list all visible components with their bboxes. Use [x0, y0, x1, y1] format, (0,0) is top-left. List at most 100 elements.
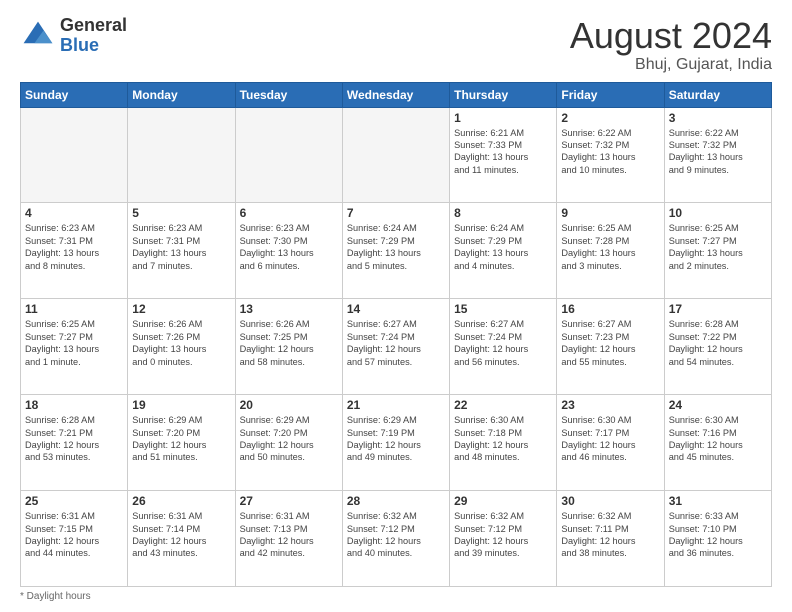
calendar-cell-w3-d4: 22Sunrise: 6:30 AM Sunset: 7:18 PM Dayli…: [450, 395, 557, 491]
calendar-header-tuesday: Tuesday: [235, 82, 342, 107]
day-info: Sunrise: 6:26 AM Sunset: 7:26 PM Dayligh…: [132, 318, 230, 368]
calendar-cell-w4-d3: 28 Sunrise: 6:32 AM Sunset: 7:12 PM Dayli…: [342, 491, 449, 587]
day-number: 31: [669, 494, 767, 508]
day-info: Sunrise: 6:22 AM Sunset: 7:32 PM Dayligh…: [669, 127, 767, 177]
calendar-cell-w3-d3: 21 Sunrise: 6:29 AM Sunset: 7:19 PM Dayli…: [342, 395, 449, 491]
calendar-cell-w1-d1: 5 Sunrise: 6:23 AM Sunset: 7:31 PM Daylig…: [128, 203, 235, 299]
calendar-cell-w2-d6: 17 Sunrise: 6:28 AM Sunset: 7:22 PM Dayli…: [664, 299, 771, 395]
calendar-cell-w2-d4: 15Sunrise: 6:27 AM Sunset: 7:24 PM Dayli…: [450, 299, 557, 395]
day-number: 27: [240, 494, 338, 508]
logo-general: General: [60, 16, 127, 36]
calendar-cell-w0-d1: [128, 107, 235, 203]
day-info: Sunrise: 6:21 AM Sunset: 7:33 PM Dayligh…: [454, 127, 552, 177]
logo-icon: [20, 18, 56, 54]
calendar-cell-w0-d4: 1 Sunrise: 6:21 AM Sunset: 7:33 PM Daylig…: [450, 107, 557, 203]
logo: General Blue: [20, 16, 127, 56]
day-info: Sunrise: 6:23 AM Sunset: 7:30 PM Dayligh…: [240, 222, 338, 272]
calendar-header-monday: Monday: [128, 82, 235, 107]
day-info: Sunrise: 6:31 AM Sunset: 7:14 PM Dayligh…: [132, 510, 230, 560]
day-number: 20: [240, 398, 338, 412]
day-info: Sunrise: 6:23 AM Sunset: 7:31 PM Dayligh…: [25, 222, 123, 272]
calendar-table: SundayMondayTuesdayWednesdayThursdayFrid…: [20, 82, 772, 587]
calendar-cell-w2-d5: 16Sunrise: 6:27 AM Sunset: 7:23 PM Dayli…: [557, 299, 664, 395]
day-info: Sunrise: 6:32 AM Sunset: 7:11 PM Dayligh…: [561, 510, 659, 560]
calendar-header-thursday: Thursday: [450, 82, 557, 107]
day-number: 1: [454, 111, 552, 125]
day-info: Sunrise: 6:32 AM Sunset: 7:12 PM Dayligh…: [347, 510, 445, 560]
day-number: 6: [240, 206, 338, 220]
location-title: Bhuj, Gujarat, India: [570, 56, 772, 74]
calendar-week-3: 18 Sunrise: 6:28 AM Sunset: 7:21 PM Dayli…: [21, 395, 772, 491]
calendar-cell-w4-d0: 25Sunrise: 6:31 AM Sunset: 7:15 PM Dayli…: [21, 491, 128, 587]
day-info: Sunrise: 6:27 AM Sunset: 7:24 PM Dayligh…: [454, 318, 552, 368]
day-info: Sunrise: 6:25 AM Sunset: 7:27 PM Dayligh…: [25, 318, 123, 368]
day-info: Sunrise: 6:29 AM Sunset: 7:20 PM Dayligh…: [132, 414, 230, 464]
calendar-week-4: 25Sunrise: 6:31 AM Sunset: 7:15 PM Dayli…: [21, 491, 772, 587]
day-info: Sunrise: 6:26 AM Sunset: 7:25 PM Dayligh…: [240, 318, 338, 368]
day-number: 26: [132, 494, 230, 508]
day-number: 21: [347, 398, 445, 412]
calendar-cell-w4-d4: 29 Sunrise: 6:32 AM Sunset: 7:12 PM Dayli…: [450, 491, 557, 587]
day-number: 3: [669, 111, 767, 125]
calendar-cell-w4-d6: 31 Sunrise: 6:33 AM Sunset: 7:10 PM Dayli…: [664, 491, 771, 587]
day-number: 11: [25, 302, 123, 316]
day-info: Sunrise: 6:30 AM Sunset: 7:16 PM Dayligh…: [669, 414, 767, 464]
calendar-cell-w4-d2: 27 Sunrise: 6:31 AM Sunset: 7:13 PM Dayli…: [235, 491, 342, 587]
calendar-cell-w3-d2: 20 Sunrise: 6:29 AM Sunset: 7:20 PM Dayli…: [235, 395, 342, 491]
calendar-cell-w1-d5: 9Sunrise: 6:25 AM Sunset: 7:28 PM Daylig…: [557, 203, 664, 299]
day-number: 29: [454, 494, 552, 508]
calendar-header-wednesday: Wednesday: [342, 82, 449, 107]
day-info: Sunrise: 6:32 AM Sunset: 7:12 PM Dayligh…: [454, 510, 552, 560]
day-info: Sunrise: 6:22 AM Sunset: 7:32 PM Dayligh…: [561, 127, 659, 177]
day-info: Sunrise: 6:28 AM Sunset: 7:21 PM Dayligh…: [25, 414, 123, 464]
calendar-cell-w0-d6: 3 Sunrise: 6:22 AM Sunset: 7:32 PM Daylig…: [664, 107, 771, 203]
calendar-cell-w3-d0: 18 Sunrise: 6:28 AM Sunset: 7:21 PM Dayli…: [21, 395, 128, 491]
calendar-cell-w2-d0: 11 Sunrise: 6:25 AM Sunset: 7:27 PM Dayli…: [21, 299, 128, 395]
calendar-cell-w1-d6: 10Sunrise: 6:25 AM Sunset: 7:27 PM Dayli…: [664, 203, 771, 299]
day-number: 24: [669, 398, 767, 412]
page: General Blue August 2024 Bhuj, Gujarat, …: [0, 0, 792, 612]
day-number: 30: [561, 494, 659, 508]
header: General Blue August 2024 Bhuj, Gujarat, …: [20, 16, 772, 74]
day-number: 5: [132, 206, 230, 220]
day-number: 28: [347, 494, 445, 508]
logo-text: General Blue: [60, 16, 127, 56]
calendar-header-row: SundayMondayTuesdayWednesdayThursdayFrid…: [21, 82, 772, 107]
calendar-cell-w3-d1: 19Sunrise: 6:29 AM Sunset: 7:20 PM Dayli…: [128, 395, 235, 491]
day-number: 13: [240, 302, 338, 316]
day-number: 23: [561, 398, 659, 412]
day-number: 12: [132, 302, 230, 316]
calendar-week-2: 11 Sunrise: 6:25 AM Sunset: 7:27 PM Dayli…: [21, 299, 772, 395]
day-number: 25: [25, 494, 123, 508]
day-info: Sunrise: 6:27 AM Sunset: 7:23 PM Dayligh…: [561, 318, 659, 368]
daylight-hours-label: Daylight hours: [27, 591, 91, 602]
calendar-week-0: 1 Sunrise: 6:21 AM Sunset: 7:33 PM Daylig…: [21, 107, 772, 203]
calendar-cell-w3-d6: 24 Sunrise: 6:30 AM Sunset: 7:16 PM Dayli…: [664, 395, 771, 491]
day-info: Sunrise: 6:25 AM Sunset: 7:27 PM Dayligh…: [669, 222, 767, 272]
day-info: Sunrise: 6:27 AM Sunset: 7:24 PM Dayligh…: [347, 318, 445, 368]
day-info: Sunrise: 6:29 AM Sunset: 7:19 PM Dayligh…: [347, 414, 445, 464]
day-info: Sunrise: 6:30 AM Sunset: 7:18 PM Dayligh…: [454, 414, 552, 464]
calendar-cell-w1-d4: 8Sunrise: 6:24 AM Sunset: 7:29 PM Daylig…: [450, 203, 557, 299]
calendar-header-friday: Friday: [557, 82, 664, 107]
day-info: Sunrise: 6:33 AM Sunset: 7:10 PM Dayligh…: [669, 510, 767, 560]
calendar-cell-w0-d5: 2Sunrise: 6:22 AM Sunset: 7:32 PM Daylig…: [557, 107, 664, 203]
calendar-cell-w2-d3: 14 Sunrise: 6:27 AM Sunset: 7:24 PM Dayli…: [342, 299, 449, 395]
day-info: Sunrise: 6:29 AM Sunset: 7:20 PM Dayligh…: [240, 414, 338, 464]
day-info: Sunrise: 6:30 AM Sunset: 7:17 PM Dayligh…: [561, 414, 659, 464]
day-info: Sunrise: 6:31 AM Sunset: 7:13 PM Dayligh…: [240, 510, 338, 560]
day-number: 18: [25, 398, 123, 412]
calendar-cell-w0-d2: [235, 107, 342, 203]
day-number: 14: [347, 302, 445, 316]
calendar-cell-w2-d2: 13 Sunrise: 6:26 AM Sunset: 7:25 PM Dayli…: [235, 299, 342, 395]
calendar-header-saturday: Saturday: [664, 82, 771, 107]
day-number: 8: [454, 206, 552, 220]
calendar-cell-w1-d3: 7Sunrise: 6:24 AM Sunset: 7:29 PM Daylig…: [342, 203, 449, 299]
calendar-cell-w1-d0: 4 Sunrise: 6:23 AM Sunset: 7:31 PM Daylig…: [21, 203, 128, 299]
day-info: Sunrise: 6:23 AM Sunset: 7:31 PM Dayligh…: [132, 222, 230, 272]
day-info: Sunrise: 6:28 AM Sunset: 7:22 PM Dayligh…: [669, 318, 767, 368]
day-number: 4: [25, 206, 123, 220]
logo-blue: Blue: [60, 36, 127, 56]
calendar-cell-w3-d5: 23 Sunrise: 6:30 AM Sunset: 7:17 PM Dayli…: [557, 395, 664, 491]
day-number: 17: [669, 302, 767, 316]
